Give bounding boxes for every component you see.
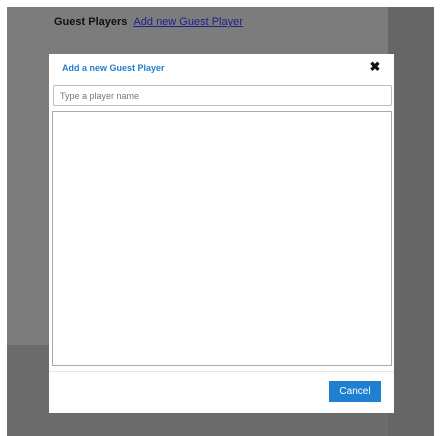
guest-players-heading: Guest Players Add new Guest Player (54, 16, 243, 28)
cancel-button[interactable]: Cancel (329, 381, 381, 402)
close-icon[interactable]: ✖ (368, 60, 382, 74)
guest-players-title: Guest Players (54, 16, 128, 28)
player-results-list[interactable] (52, 111, 392, 366)
player-name-input[interactable] (53, 85, 392, 106)
dialog-footer-divider (49, 371, 394, 372)
dialog-title: Add a new Guest Player (62, 63, 165, 73)
screen: Guest Players Add new Guest Player Add a… (0, 0, 440, 436)
add-guest-player-dialog: Add a new Guest Player ✖ Cancel (49, 54, 394, 413)
dialog-header: Add a new Guest Player ✖ (49, 54, 394, 84)
add-guest-player-link[interactable]: Add new Guest Player (133, 16, 242, 28)
background-right-overlay (388, 7, 434, 436)
